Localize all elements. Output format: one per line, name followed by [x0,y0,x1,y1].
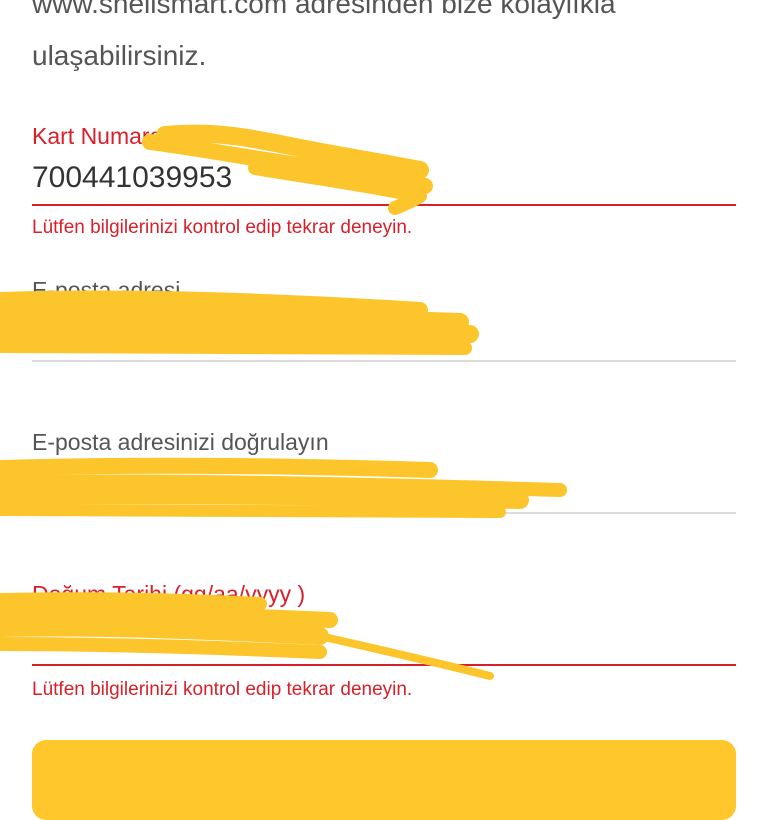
submit-button[interactable] [32,740,736,820]
intro-line-2: ulaşabilirsiniz. [32,40,207,71]
email-confirm-label: E-posta adresinizi doğrulayın [32,429,329,455]
card-number-input[interactable]: 700441039953 [32,160,736,196]
email-confirm-underline [32,512,736,514]
email-confirm-field[interactable]: E-posta adresinizi doğrulayın [32,428,736,514]
birth-date-underline [32,664,736,666]
birth-date-field[interactable]: Doğum Tarihi (gg/aa/yyyy ) Lütfen bilgil… [32,580,736,702]
birth-date-input[interactable] [32,624,736,660]
email-confirm-input[interactable] [32,470,736,506]
birth-date-error: Lütfen bilgilerinizi kontrol edip tekrar… [32,679,413,700]
intro-text: www.shellsmart.com adresinden bize kolay… [32,0,752,82]
intro-line-1: www.shellsmart.com adresinden bize kolay… [32,0,616,19]
email-underline [32,360,736,362]
email-input[interactable] [32,322,736,358]
card-number-underline [32,204,736,206]
card-number-field[interactable]: Kart Numarası 700441039953 Lütfen bilgil… [32,122,736,240]
card-number-error: Lütfen bilgilerinizi kontrol edip tekrar… [32,217,413,238]
card-number-label: Kart Numarası [32,123,181,149]
email-label: E-posta adresi [32,277,181,303]
birth-date-label: Doğum Tarihi (gg/aa/yyyy ) [32,581,306,607]
email-field[interactable]: E-posta adresi [32,276,736,362]
